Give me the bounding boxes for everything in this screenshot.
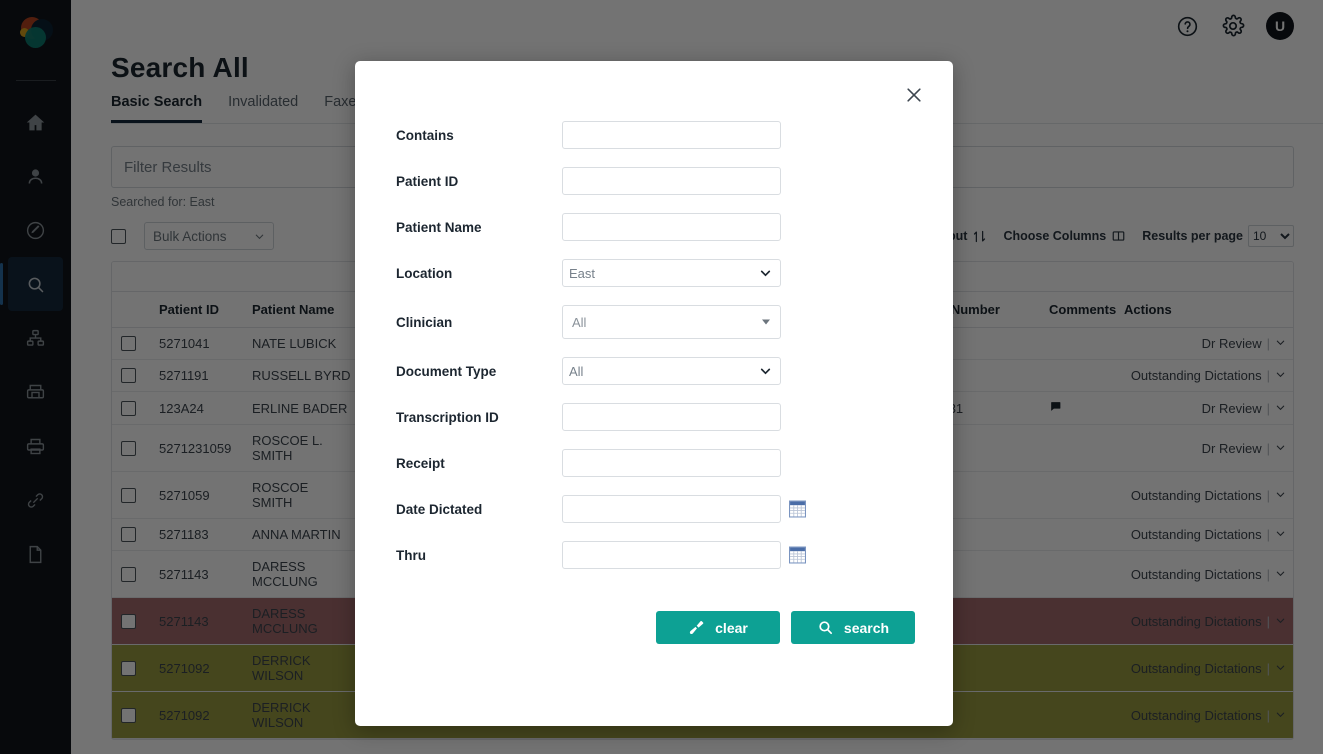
close-modal-button[interactable] xyxy=(901,82,927,108)
contains-input[interactable] xyxy=(562,121,781,149)
label-patient-id: Patient ID xyxy=(396,173,459,189)
caret-down-icon xyxy=(762,319,770,325)
receipt-input[interactable] xyxy=(562,449,781,477)
field-row-transcription-id: Transcription ID xyxy=(355,403,953,431)
label-patient-name: Patient Name xyxy=(396,219,482,235)
transcription-id-input[interactable] xyxy=(562,403,781,431)
close-icon xyxy=(907,88,921,102)
label-clinician: Clinician xyxy=(396,314,453,330)
calendar-icon[interactable] xyxy=(789,546,806,564)
field-row-contains: Contains xyxy=(355,121,953,149)
field-row-patient-name: Patient Name xyxy=(355,213,953,241)
field-row-date-dictated: Date Dictated xyxy=(355,495,953,523)
search-icon xyxy=(819,621,832,635)
patient-id-input[interactable] xyxy=(562,167,781,195)
modal-actions: clear search xyxy=(355,587,953,644)
label-date-dictated: Date Dictated xyxy=(396,501,483,517)
date-dictated-input[interactable] xyxy=(562,495,781,523)
clear-label: clear xyxy=(715,619,748,636)
thru-input[interactable] xyxy=(562,541,781,569)
field-row-location: Location East xyxy=(355,259,953,287)
label-location: Location xyxy=(396,265,453,281)
document-type-select[interactable]: All xyxy=(562,357,781,385)
app-root: U Search All Basic Search Invalidated Fa… xyxy=(0,0,1323,754)
field-row-receipt: Receipt xyxy=(355,449,953,477)
field-row-clinician: Clinician All xyxy=(355,305,953,339)
label-contains: Contains xyxy=(396,127,454,143)
field-row-thru: Thru xyxy=(355,541,953,569)
brush-icon xyxy=(690,620,704,635)
label-thru: Thru xyxy=(396,547,426,563)
field-row-patient-id: Patient ID xyxy=(355,167,953,195)
label-receipt: Receipt xyxy=(396,455,445,471)
search-button[interactable]: search xyxy=(791,611,915,644)
patient-name-input[interactable] xyxy=(562,213,781,241)
location-select[interactable]: East xyxy=(562,259,781,287)
calendar-icon[interactable] xyxy=(789,500,806,518)
clinician-value: All xyxy=(572,314,587,330)
search-label: search xyxy=(843,619,890,636)
field-row-document-type: Document Type All xyxy=(355,357,953,385)
label-document-type: Document Type xyxy=(396,363,497,379)
search-form: Contains Patient ID Patient Name Locatio… xyxy=(355,61,953,644)
clear-button[interactable]: clear xyxy=(656,611,780,644)
advanced-search-modal: Contains Patient ID Patient Name Locatio… xyxy=(355,61,953,726)
label-transcription-id: Transcription ID xyxy=(396,409,499,425)
clinician-combo[interactable]: All xyxy=(562,305,781,339)
